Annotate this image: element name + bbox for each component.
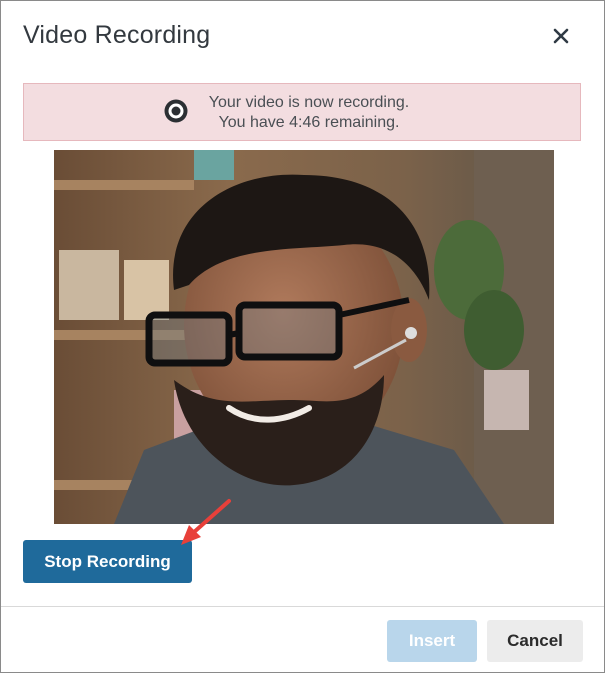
- dialog-header: Video Recording: [1, 1, 604, 71]
- insert-button[interactable]: Insert: [387, 620, 477, 662]
- cancel-button[interactable]: Cancel: [487, 620, 583, 662]
- alert-line-remaining: You have 4:46 remaining.: [218, 114, 400, 131]
- stop-recording-button[interactable]: Stop Recording: [23, 540, 192, 583]
- record-icon: [164, 99, 188, 123]
- dialog-title: Video Recording: [23, 21, 211, 49]
- recording-status-alert: Your video is now recording. You have 4:…: [23, 83, 581, 141]
- alert-message: Your video is now recording. You have 4:…: [194, 93, 424, 133]
- alert-line-recording: Your video is now recording.: [208, 94, 410, 111]
- webcam-video-preview: [54, 150, 554, 524]
- close-button[interactable]: [548, 23, 574, 49]
- video-frame: [54, 150, 554, 524]
- close-icon: [553, 28, 569, 44]
- footer-divider: [1, 606, 604, 607]
- video-recording-dialog: Video Recording Your video is now record…: [0, 0, 605, 673]
